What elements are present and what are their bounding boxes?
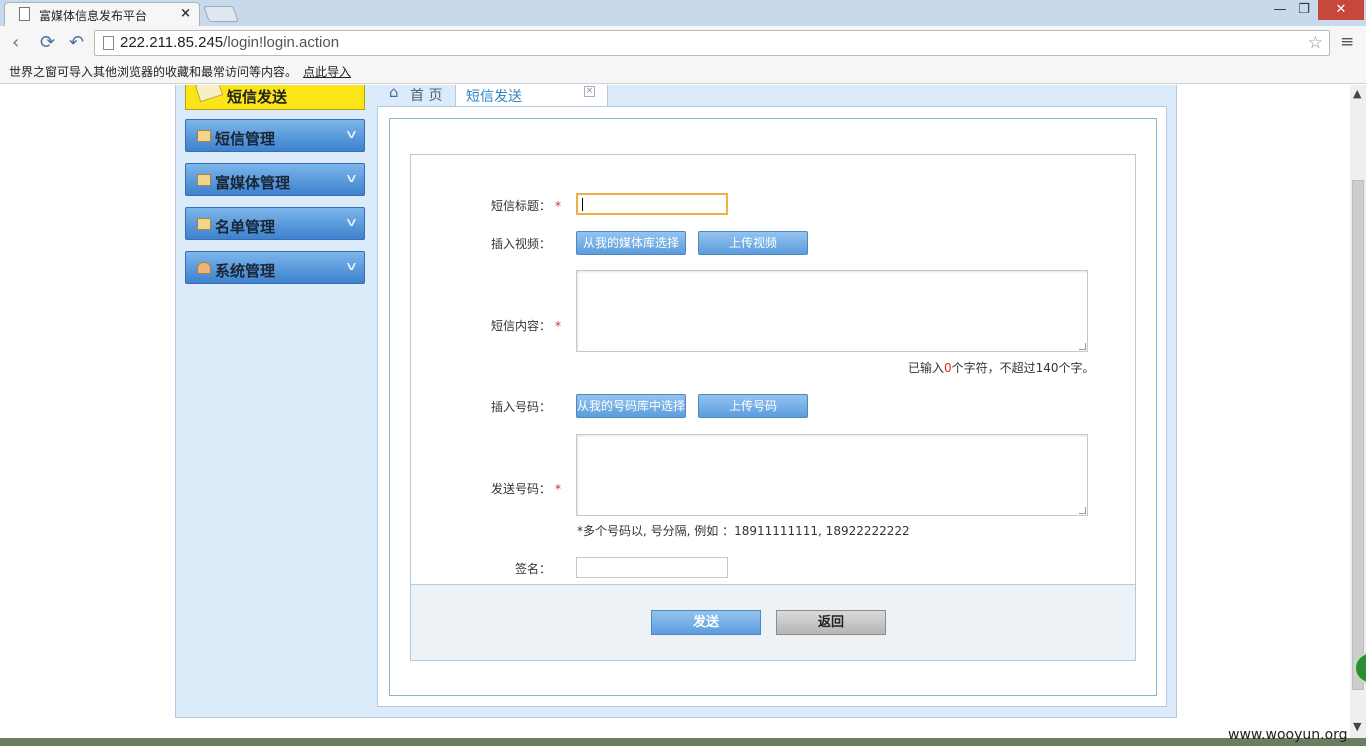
- sidebar-item-label: 富媒体管理: [215, 174, 291, 192]
- send-button[interactable]: 发送: [651, 610, 761, 635]
- bookmark-hint: 世界之窗可导入其他浏览器的收藏和最常访问等内容。: [9, 65, 298, 79]
- main-content: ⌂ 首 页 短信发送 × 短信标题： * 插入视频： 从我的媒体库选择 上传视频…: [377, 85, 1167, 707]
- watermark-text: www.wooyun.org: [1228, 727, 1348, 743]
- tab-home-label: 首 页: [410, 88, 443, 104]
- title-label: 短信标题： *: [421, 197, 561, 214]
- url-host: 222.211.85.245: [120, 34, 224, 51]
- send-numbers-label: 发送号码： *: [421, 480, 561, 497]
- import-bookmarks-link[interactable]: 点此导入: [303, 63, 351, 80]
- title-input[interactable]: [576, 193, 728, 215]
- edit-icon: [197, 130, 211, 142]
- resize-grip-icon[interactable]: [1079, 507, 1086, 514]
- browser-tab-title: 富媒体信息发布平台: [39, 9, 148, 23]
- action-bar: 发送 返回: [411, 584, 1135, 660]
- reload-icon[interactable]: ⟳: [40, 33, 55, 53]
- close-tab-icon[interactable]: ×: [584, 86, 595, 97]
- url-text[interactable]: 222.211.85.245/login!login.action: [120, 34, 339, 51]
- scroll-up-icon[interactable]: ▲: [1353, 87, 1361, 100]
- new-tab-button[interactable]: [203, 6, 239, 22]
- resize-grip-icon[interactable]: [1079, 343, 1086, 350]
- browser-tab[interactable]: 富媒体信息发布平台 ×: [4, 2, 200, 26]
- sms-form: 短信标题： * 插入视频： 从我的媒体库选择 上传视频 短信内容： * 已输入0个字…: [410, 154, 1136, 661]
- sidebar-item-label: 系统管理: [215, 262, 276, 280]
- sidebar: 短信发送 短信管理 ∨ 富媒体管理 ∨ 名单管理 ∨ 系统管理 ∨: [176, 85, 376, 718]
- sidebar-item-system[interactable]: 系统管理 ∨: [185, 251, 365, 284]
- title-label-text: 短信标题：: [490, 199, 551, 213]
- sidebar-item-label: 短信管理: [215, 130, 276, 148]
- counter-suffix: 个字符，不超过140个字。: [951, 361, 1095, 375]
- address-bar[interactable]: 222.211.85.245/login!login.action ☆: [94, 30, 1330, 56]
- char-counter: 已输入0个字符，不超过140个字。: [908, 359, 1095, 376]
- sidebar-item-sms-send[interactable]: 短信发送: [185, 85, 365, 110]
- close-tab-icon[interactable]: ×: [180, 6, 191, 21]
- send-numbers-textarea[interactable]: [576, 434, 1088, 516]
- content-textarea[interactable]: [576, 270, 1088, 352]
- chevron-down-icon: ∨: [344, 171, 359, 185]
- page-viewport: 短信发送 短信管理 ∨ 富媒体管理 ∨ 名单管理 ∨ 系统管理 ∨ ⌂ 首 页 …: [0, 85, 1350, 738]
- video-label: 插入视频：: [490, 237, 551, 251]
- sidebar-item-sms-management[interactable]: 短信管理 ∨: [185, 119, 365, 152]
- envelope-icon: [194, 85, 224, 103]
- sidebar-item-label: 短信发送: [227, 88, 288, 106]
- scroll-thumb[interactable]: [1352, 180, 1364, 690]
- number-label: 插入号码：: [490, 400, 551, 414]
- browser-toolbar: ‹ ⟳ ↶ 222.211.85.245/login!login.action …: [0, 26, 1366, 60]
- counter-prefix: 已输入: [908, 361, 945, 375]
- required-mark: *: [555, 199, 561, 213]
- tab-home[interactable]: ⌂ 首 页: [381, 85, 455, 105]
- tab-sms-send[interactable]: 短信发送 ×: [455, 85, 608, 107]
- page-icon: [103, 36, 114, 50]
- sidebar-item-label: 名单管理: [215, 218, 276, 236]
- counter-value: 0: [944, 361, 952, 375]
- edit-icon: [197, 174, 211, 186]
- tab-sms-send-label: 短信发送: [466, 89, 522, 105]
- content-tabbar: ⌂ 首 页 短信发送 ×: [377, 85, 1167, 107]
- select-number-button[interactable]: 从我的号码库中选择: [576, 394, 686, 418]
- chevron-down-icon: ∨: [344, 259, 359, 273]
- sidebar-item-list-management[interactable]: 名单管理 ∨: [185, 207, 365, 240]
- app-frame: 短信发送 短信管理 ∨ 富媒体管理 ∨ 名单管理 ∨ 系统管理 ∨ ⌂ 首 页 …: [175, 85, 1177, 718]
- bookmark-bar: 世界之窗可导入其他浏览器的收藏和最常访问等内容。 点此导入: [0, 60, 1366, 84]
- taskbar-strip: [0, 738, 1366, 746]
- bookmark-star-icon[interactable]: ☆: [1308, 33, 1323, 53]
- sidebar-item-rich-media[interactable]: 富媒体管理 ∨: [185, 163, 365, 196]
- send-numbers-label-text: 发送号码：: [490, 482, 551, 496]
- upload-number-button[interactable]: 上传号码: [698, 394, 808, 418]
- required-mark: *: [555, 319, 561, 333]
- undo-icon[interactable]: ↶: [69, 33, 84, 53]
- home-icon: ⌂: [389, 85, 399, 101]
- back-icon[interactable]: ‹: [12, 33, 19, 53]
- form-panel: 短信标题： * 插入视频： 从我的媒体库选择 上传视频 短信内容： * 已输入0个字…: [389, 118, 1157, 696]
- users-icon: [197, 262, 211, 274]
- chevron-down-icon: ∨: [344, 127, 359, 141]
- page-icon: [19, 7, 30, 21]
- chevron-down-icon: ∨: [344, 215, 359, 229]
- browser-tabstrip: 富媒体信息发布平台 × — ❐ ✕: [0, 0, 1366, 26]
- numbers-format-note: *多个号码以, 号分隔, 例如 ：18911111111, 1892222222…: [577, 524, 910, 538]
- content-body: 短信标题： * 插入视频： 从我的媒体库选择 上传视频 短信内容： * 已输入0个字…: [377, 106, 1167, 707]
- upload-video-button[interactable]: 上传视频: [698, 231, 808, 255]
- browser-menu-icon[interactable]: ≡: [1340, 32, 1354, 52]
- content-label-text: 短信内容：: [490, 319, 551, 333]
- select-media-button[interactable]: 从我的媒体库选择: [576, 231, 686, 255]
- close-window-button[interactable]: ✕: [1318, 0, 1364, 20]
- signature-input[interactable]: [576, 557, 728, 578]
- content-label: 短信内容： *: [421, 317, 561, 334]
- edit-icon: [197, 218, 211, 230]
- back-button[interactable]: 返回: [776, 610, 886, 635]
- required-mark: *: [555, 482, 561, 496]
- signature-label: 签名：: [514, 562, 551, 576]
- url-path: /login!login.action: [223, 34, 340, 51]
- maximize-button[interactable]: ❐: [1290, 0, 1318, 20]
- scroll-down-icon[interactable]: ▼: [1353, 720, 1361, 733]
- page-scrollbar[interactable]: ▲ ▼: [1350, 85, 1366, 738]
